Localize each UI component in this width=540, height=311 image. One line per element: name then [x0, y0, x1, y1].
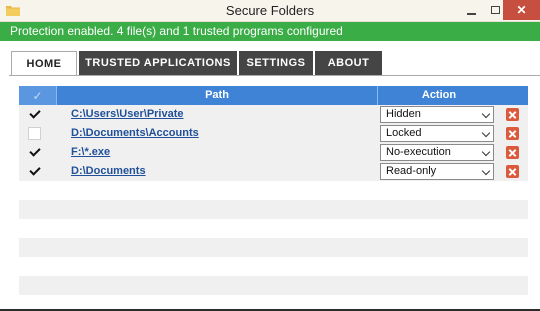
minimize-icon	[466, 13, 476, 15]
table-row: F:\*.exe No-execution	[19, 143, 528, 162]
delete-icon[interactable]	[506, 127, 519, 140]
tab-trusted-applications[interactable]: TRUSTED APPLICATIONS	[79, 51, 237, 75]
delete-icon[interactable]	[506, 108, 519, 121]
action-select-value: Hidden	[386, 108, 421, 120]
table-row: D:\Documents\Accounts Locked	[19, 124, 528, 143]
empty-row	[19, 200, 528, 219]
table-gap	[198, 181, 380, 200]
title-bar: Secure Folders ✕	[0, 0, 540, 22]
chevron-down-icon	[481, 128, 491, 138]
row-checkbox[interactable]	[28, 146, 41, 159]
select-all-checkbox[interactable]: ✓	[19, 86, 57, 105]
action-select[interactable]: Hidden	[380, 106, 494, 123]
table-header: ✓ Path Action	[19, 86, 528, 105]
chevron-down-icon	[481, 147, 491, 157]
action-select-value: Read-only	[386, 165, 437, 177]
action-column-header[interactable]: Action	[379, 86, 499, 105]
tab-bar: HOME TRUSTED APPLICATIONS SETTINGS ABOUT	[11, 51, 384, 75]
action-select-value: Locked	[386, 127, 422, 139]
path-column-header[interactable]: Path	[57, 86, 378, 105]
status-bar: Protection enabled. 4 file(s) and 1 trus…	[0, 22, 540, 41]
empty-row	[19, 276, 528, 295]
checkmark-icon: ✓	[32, 88, 43, 103]
action-select[interactable]: Locked	[380, 125, 494, 142]
table-row: D:\Documents Read-only	[19, 162, 528, 181]
maximize-icon	[490, 6, 500, 14]
close-icon: ✕	[516, 3, 527, 17]
row-path-link[interactable]: D:\Documents	[71, 165, 146, 177]
row-path-link[interactable]: C:\Users\User\Private	[71, 108, 184, 120]
row-path-link[interactable]: F:\*.exe	[71, 146, 110, 158]
chevron-down-icon	[481, 166, 491, 176]
row-checkbox[interactable]	[28, 127, 41, 140]
status-text: Protection enabled. 4 file(s) and 1 trus…	[10, 24, 343, 38]
tab-settings[interactable]: SETTINGS	[239, 51, 313, 75]
empty-row	[19, 238, 528, 257]
delete-icon[interactable]	[506, 165, 519, 178]
delete-icon[interactable]	[506, 146, 519, 159]
action-select[interactable]: No-execution	[380, 144, 494, 161]
row-checkbox[interactable]	[28, 165, 41, 178]
tab-about[interactable]: ABOUT	[315, 51, 382, 75]
chevron-down-icon	[481, 109, 491, 119]
row-checkbox[interactable]	[28, 108, 41, 121]
action-select-value: No-execution	[386, 146, 451, 158]
tab-home[interactable]: HOME	[11, 51, 77, 75]
row-path-link[interactable]: D:\Documents\Accounts	[71, 127, 199, 139]
action-select[interactable]: Read-only	[380, 163, 494, 180]
table-row: C:\Users\User\Private Hidden	[19, 105, 528, 124]
minimize-button[interactable]	[458, 0, 484, 20]
close-button[interactable]: ✕	[503, 0, 540, 20]
